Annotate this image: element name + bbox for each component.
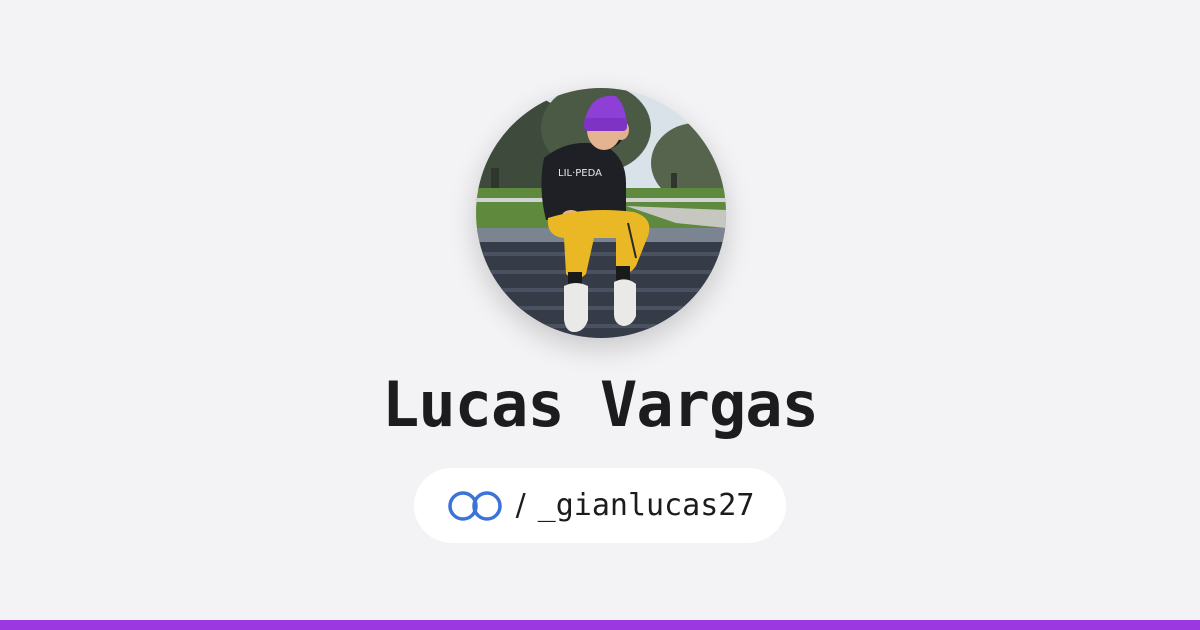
profile-avatar[interactable]: LIL·PEDA bbox=[476, 88, 726, 338]
linked-rings-icon bbox=[447, 490, 502, 521]
avatar-photo: LIL·PEDA bbox=[476, 88, 726, 338]
accent-bar bbox=[0, 620, 1200, 630]
profile-handle: _gianlucas27 bbox=[537, 488, 755, 523]
handle-separator: / bbox=[515, 488, 526, 523]
svg-text:LIL·PEDA: LIL·PEDA bbox=[558, 168, 602, 179]
handle-pill[interactable]: / _gianlucas27 bbox=[414, 468, 786, 543]
profile-card: LIL·PEDA Lucas Vargas / _gianlucas27 bbox=[0, 0, 1200, 630]
profile-name: Lucas Vargas bbox=[382, 368, 819, 441]
